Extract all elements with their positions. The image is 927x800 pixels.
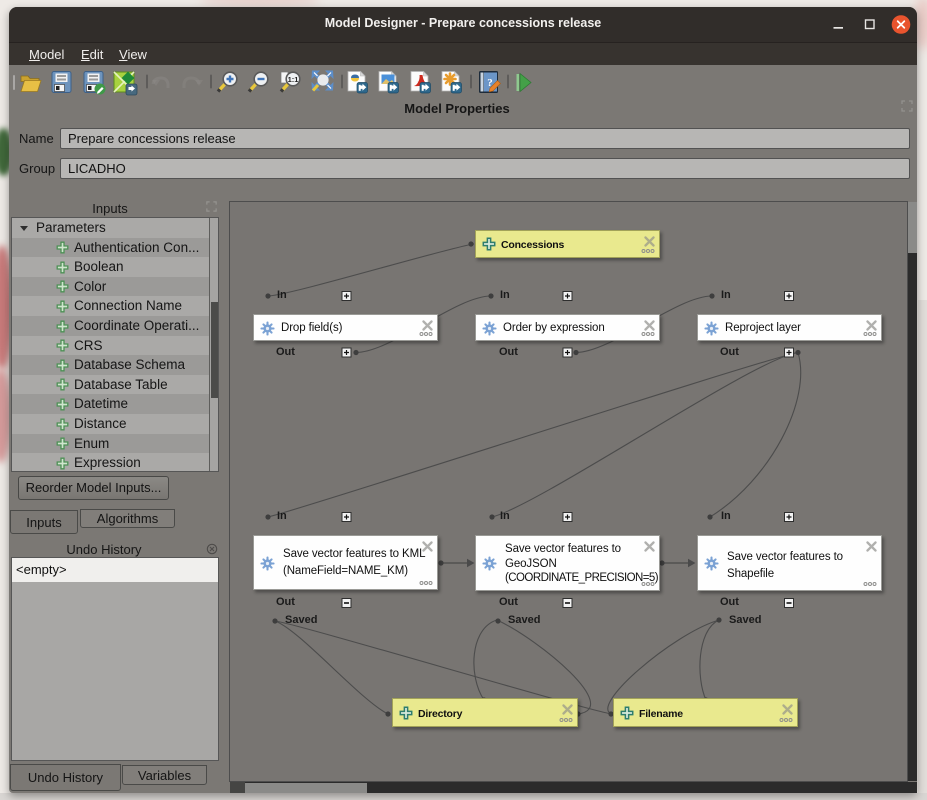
svg-text:1:1: 1:1 <box>288 75 299 84</box>
